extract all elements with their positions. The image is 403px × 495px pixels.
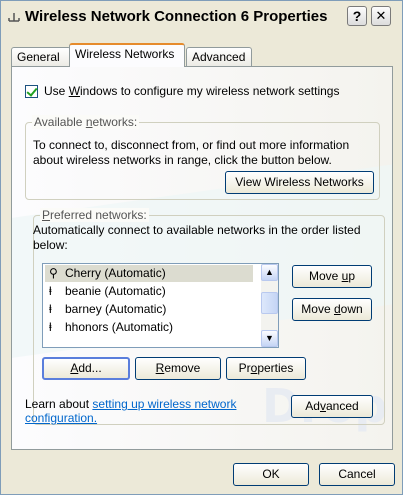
list-item[interactable]: ⱡ hhonors (Automatic) [45, 319, 253, 336]
wireless-network-icon: ⱡ [49, 284, 52, 298]
advanced-button[interactable]: Advanced [291, 395, 373, 418]
setup-wireless-link[interactable]: setting up wireless network [92, 397, 236, 411]
setup-wireless-link-continued[interactable]: configuration. [25, 411, 97, 425]
scroll-thumb[interactable] [261, 292, 278, 314]
view-wireless-networks-button[interactable]: View Wireless Networks [225, 171, 374, 194]
available-description-1: To connect to, disconnect from, or find … [33, 138, 350, 152]
wireless-network-icon: ⱡ [49, 302, 52, 316]
list-item[interactable]: ⚲ Cherry (Automatic) [45, 265, 253, 282]
network-connection-icon [8, 13, 20, 22]
properties-dialog: Wireless Network Connection 6 Properties… [0, 0, 403, 495]
cancel-button[interactable]: Cancel [319, 463, 395, 486]
remove-button[interactable]: Remove [135, 357, 221, 380]
preferred-networks-list[interactable]: ⚲ Cherry (Automatic) ⱡ beanie (Automatic… [42, 263, 279, 348]
window-title: Wireless Network Connection 6 Properties [25, 8, 328, 25]
available-description-2: about wireless networks in range, click … [33, 153, 332, 167]
move-up-button[interactable]: Move up [292, 265, 372, 288]
preferred-description-2: below: [33, 238, 68, 252]
list-item[interactable]: ⱡ barney (Automatic) [45, 301, 253, 318]
scroll-up-icon[interactable]: ▲ [261, 264, 278, 281]
properties-button[interactable]: Properties [226, 357, 306, 380]
tab-wireless-networks[interactable]: Wireless Networks [69, 43, 185, 67]
scroll-down-icon[interactable]: ▼ [261, 330, 278, 347]
help-button[interactable]: ? [347, 6, 367, 26]
tab-advanced[interactable]: Advanced [186, 47, 252, 66]
wireless-network-connected-icon: ⚲ [49, 266, 58, 280]
list-scrollbar[interactable]: ▲ ▼ [261, 264, 278, 347]
preferred-networks-title: Preferred networks: [40, 208, 149, 222]
use-windows-label: Use Windows to configure my wireless net… [44, 84, 340, 98]
learn-about-text: Learn about setting up wireless network [25, 397, 237, 411]
close-button[interactable]: ✕ [371, 6, 391, 26]
wireless-network-icon: ⱡ [49, 320, 52, 334]
ok-button[interactable]: OK [233, 463, 309, 486]
list-item[interactable]: ⱡ beanie (Automatic) [45, 283, 253, 300]
title-bar[interactable]: Wireless Network Connection 6 Properties… [1, 1, 402, 33]
checkbox-box[interactable] [25, 85, 38, 98]
add-button[interactable]: Add... [42, 357, 130, 380]
preferred-description-1: Automatically connect to available netwo… [33, 223, 361, 237]
move-down-button[interactable]: Move down [292, 298, 372, 321]
available-networks-title: Available networks: [32, 115, 140, 129]
tab-general[interactable]: General [11, 47, 71, 66]
